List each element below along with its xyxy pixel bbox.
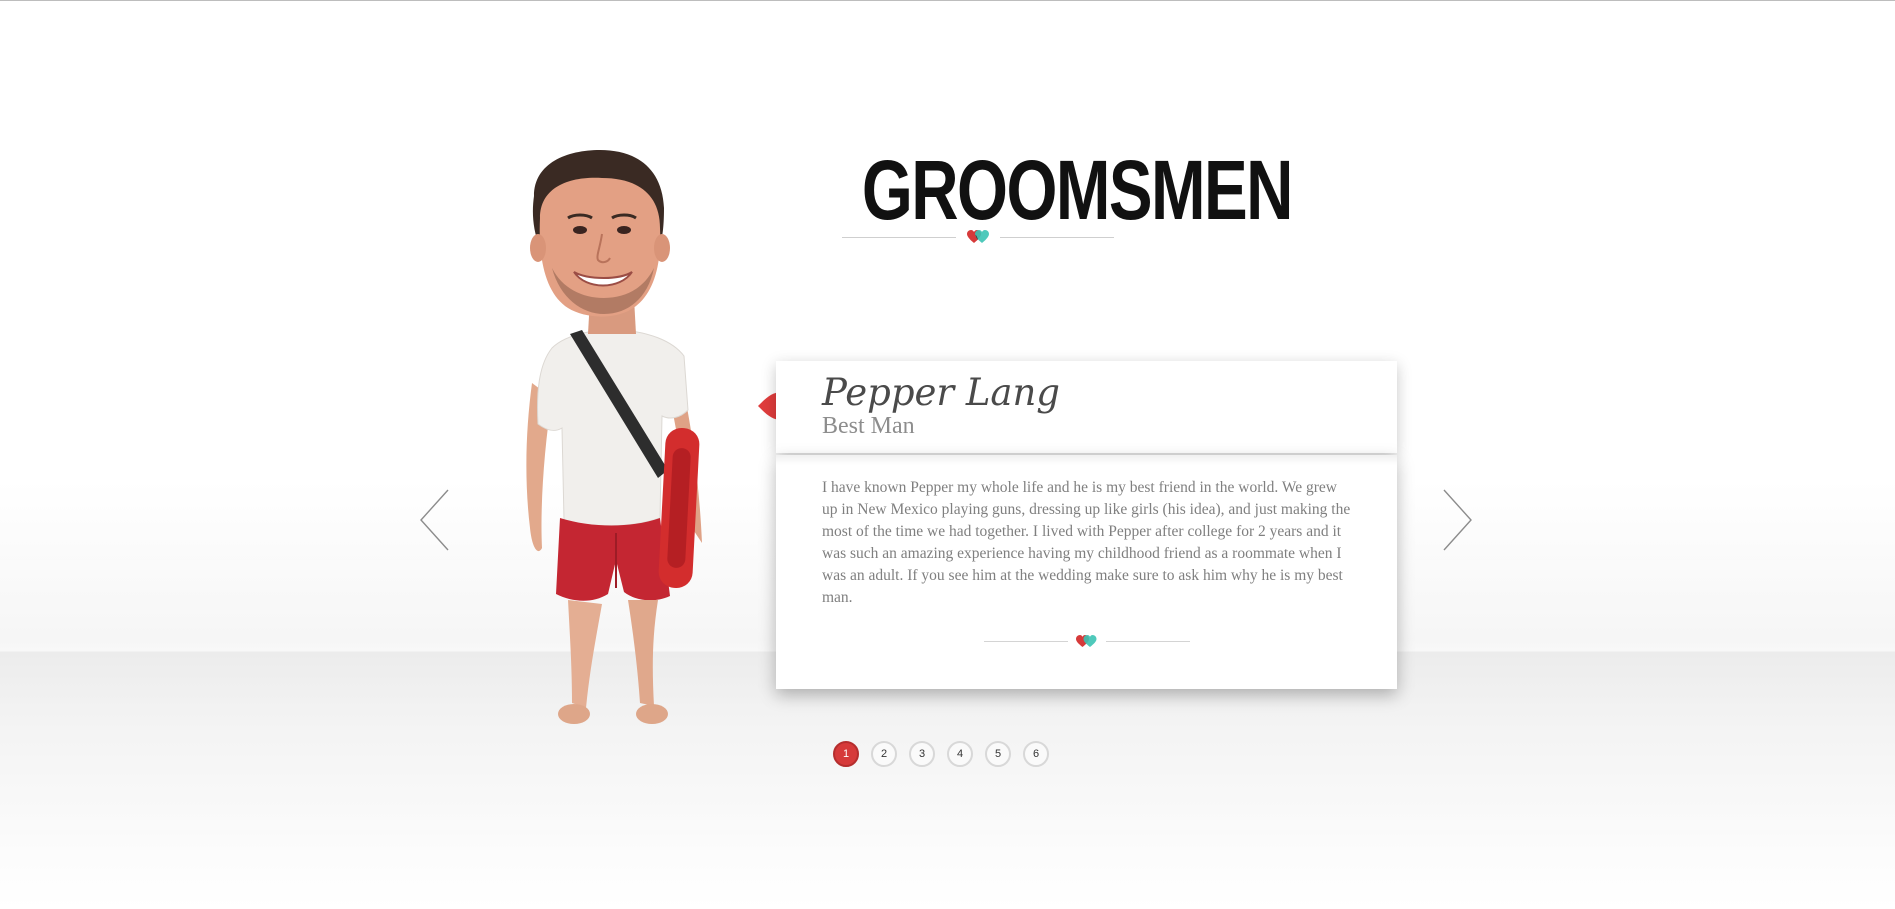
chevron-left-icon [420,489,449,551]
top-border [0,0,1895,1]
profile-role: Best Man [822,413,915,439]
page-4-button[interactable]: 4 [947,741,973,767]
pagination: 1 2 3 4 5 6 [833,741,1049,767]
section-title: GROOMSMEN [861,143,1294,237]
page-3-button[interactable]: 3 [909,741,935,767]
title-divider [842,230,1114,246]
groomsman-photo [526,150,702,724]
profile-card-header: Pepper Lang Best Man [776,361,1397,453]
page-1-button[interactable]: 1 [833,741,859,767]
groomsmen-page: GROOMSMEN Pepper Lang Best Man I have kn… [0,0,1895,909]
page-2-button[interactable]: 2 [871,741,897,767]
profile-bio: I have known Pepper my whole life and he… [822,479,1351,606]
next-arrow-button[interactable] [1436,488,1476,552]
bio-divider [984,635,1190,649]
hearts-icon [967,230,989,243]
profile-name: Pepper Lang [822,371,1060,414]
chevron-right-icon [1443,489,1472,551]
page-5-button[interactable]: 5 [985,741,1011,767]
profile-card: Pepper Lang Best Man I have known Pepper… [776,361,1397,689]
profile-card-body: I have known Pepper my whole life and he… [776,455,1397,689]
previous-arrow-button[interactable] [418,488,458,552]
hearts-icon [1076,635,1097,647]
page-6-button[interactable]: 6 [1023,741,1049,767]
